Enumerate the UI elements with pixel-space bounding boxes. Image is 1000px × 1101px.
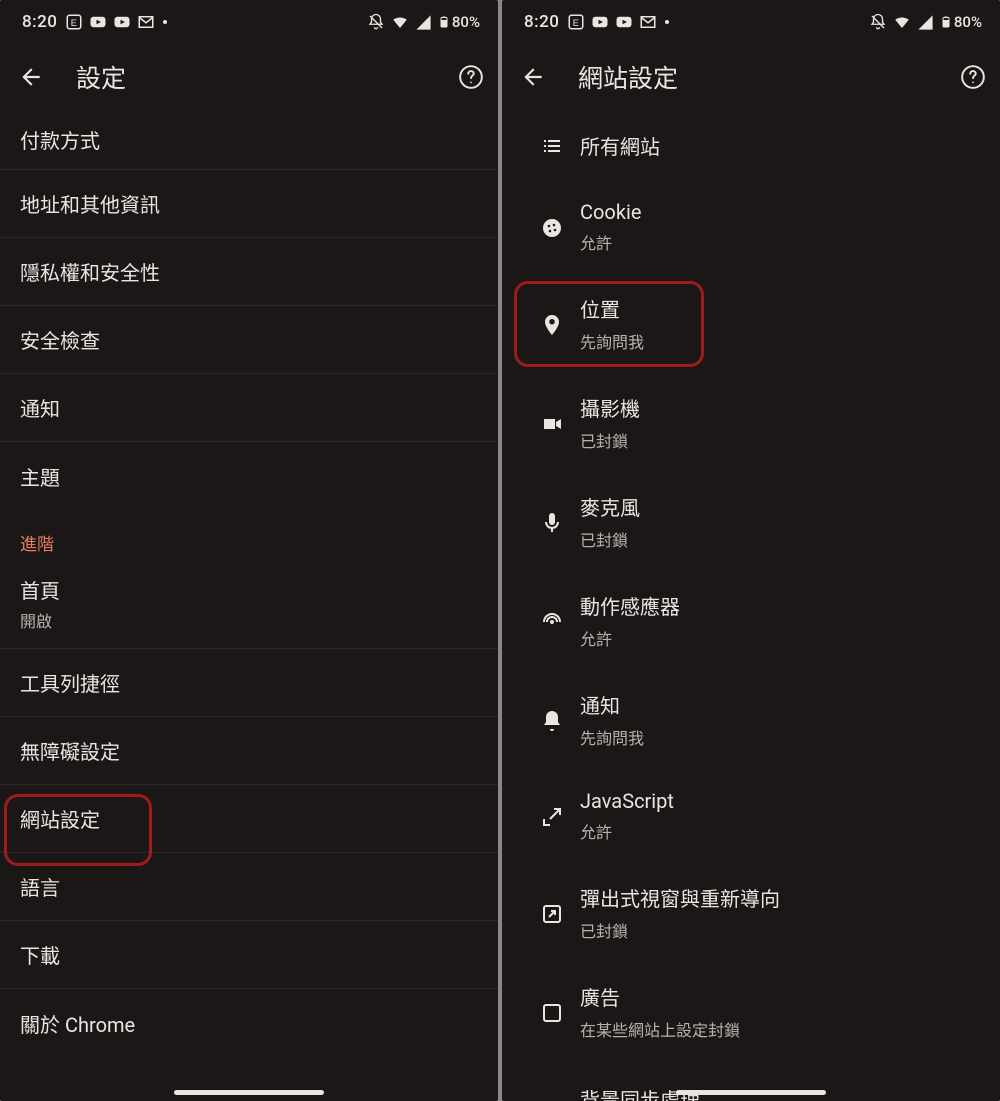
camera-icon [540,412,564,436]
row-safety-check[interactable]: 安全檢查 [0,306,498,374]
battery-icon [940,12,952,32]
row-downloads[interactable]: 下載 [0,921,498,989]
location-icon [540,313,564,337]
row-location[interactable]: 位置先詢問我 [502,274,1000,373]
row-popups[interactable]: 彈出式視窗與重新導向已封鎖 [502,863,1000,962]
row-accessibility[interactable]: 無障礙設定 [0,717,498,785]
battery-percent: 80% [452,13,480,31]
row-ads[interactable]: 廣告在某些網站上設定封鎖 [502,962,1000,1061]
status-bar: 8:20 E 80% [502,0,1000,44]
row-privacy[interactable]: 隱私權和安全性 [0,238,498,306]
row-background-sync[interactable]: 背景同步處理允許 [502,1061,1000,1101]
motion-icon [540,610,564,634]
etc-icon: E [567,13,585,31]
help-button[interactable] [448,64,484,90]
row-cookie[interactable]: Cookie允許 [502,180,1000,274]
back-button[interactable] [18,64,54,90]
js-icon [540,805,564,829]
wifi-icon [893,13,911,31]
svg-text:E: E [71,18,77,28]
help-icon [458,64,484,90]
gmail-icon [639,13,657,31]
advanced-section-header: 進階 [0,510,498,559]
row-microphone[interactable]: 麥克風已封鎖 [502,472,1000,571]
row-javascript[interactable]: JavaScript允許 [502,769,1000,863]
settings-screen: 8:20 E 80% 設定 [0,0,498,1101]
youtube-icon-2 [113,13,131,31]
etc-icon: E [65,13,83,31]
gmail-icon [137,13,155,31]
battery-percent: 80% [954,13,982,31]
bell-icon [540,709,564,733]
page-title: 設定 [54,59,448,95]
cookie-icon [540,216,564,240]
row-all-sites[interactable]: 所有網站 [502,110,1000,180]
battery-icon [438,12,450,32]
help-icon [960,64,986,90]
row-about-chrome[interactable]: 關於 Chrome [0,989,498,1057]
dnd-icon [869,13,887,31]
row-notifications[interactable]: 通知 [0,374,498,442]
row-site-settings[interactable]: 網站設定 [0,785,498,853]
wifi-icon [391,13,409,31]
youtube-icon [89,13,107,31]
status-time: 8:20 [22,12,57,32]
signal-icon [415,14,432,31]
page-title: 網站設定 [556,59,950,95]
app-bar: 網站設定 [502,44,1000,110]
youtube-icon [591,13,609,31]
row-notifications[interactable]: 通知先詢問我 [502,670,1000,769]
site-settings-screen: 8:20 E 80% 網站設定 [502,0,1000,1101]
nav-bar[interactable] [0,1090,498,1095]
more-notifications-dot [163,20,167,24]
svg-text:E: E [573,18,579,28]
row-homepage[interactable]: 首頁 開啟 [0,559,498,649]
settings-list: 付款方式 地址和其他資訊 隱私權和安全性 安全檢查 通知 主題 進階 首頁 開啟… [0,110,498,1057]
row-toolbar-shortcut[interactable]: 工具列捷徑 [0,649,498,717]
row-motion-sensors[interactable]: 動作感應器允許 [502,571,1000,670]
status-bar: 8:20 E 80% [0,0,498,44]
back-button[interactable] [520,64,556,90]
dnd-icon [367,13,385,31]
app-bar: 設定 [0,44,498,110]
youtube-icon-2 [615,13,633,31]
help-button[interactable] [950,64,986,90]
nav-bar[interactable] [502,1090,1000,1095]
site-settings-list: 所有網站 Cookie允許 位置先詢問我 攝影機已封鎖 麥克風已封鎖 動作感應器… [502,110,1000,1101]
status-time: 8:20 [524,12,559,32]
arrow-left-icon [18,64,44,90]
row-camera[interactable]: 攝影機已封鎖 [502,373,1000,472]
more-notifications-dot [665,20,669,24]
ads-icon [540,1001,564,1025]
mic-icon [540,511,564,535]
row-theme[interactable]: 主題 [0,442,498,510]
list-icon [540,134,564,158]
row-language[interactable]: 語言 [0,853,498,921]
arrow-left-icon [520,64,546,90]
row-addresses[interactable]: 地址和其他資訊 [0,170,498,238]
row-payment-methods[interactable]: 付款方式 [0,110,498,170]
signal-icon [917,14,934,31]
popup-icon [540,902,564,926]
